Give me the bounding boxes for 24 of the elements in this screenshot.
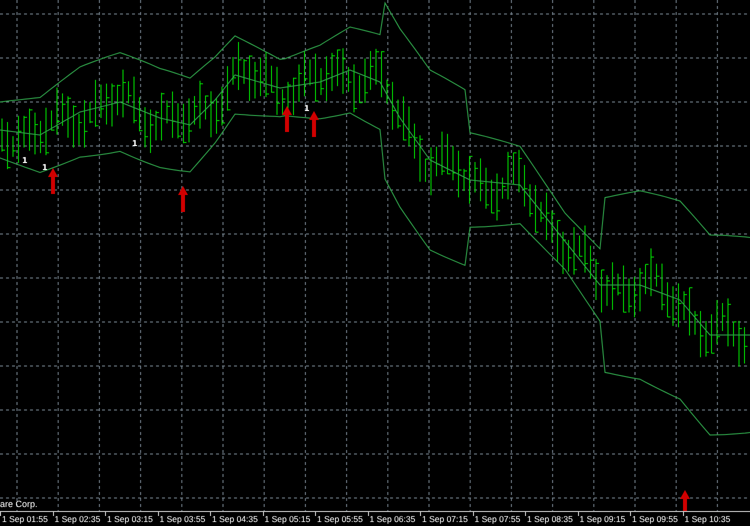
signal-mark: 1 (132, 140, 138, 148)
up-arrow-icon (48, 168, 58, 194)
up-arrow-icon (178, 186, 188, 212)
copyright-text: are Corp. (0, 499, 38, 509)
time-axis-label: 1 Sep 10:35 (684, 514, 730, 524)
time-axis-label: 1 Sep 05:55 (317, 514, 363, 524)
up-arrow-icon (680, 490, 690, 511)
time-axis-label: 1 Sep 07:55 (474, 514, 520, 524)
time-axis-label: 1 Sep 09:15 (580, 514, 626, 524)
time-axis-label: 1 Sep 07:15 (422, 514, 468, 524)
time-axis-label: 1 Sep 03:55 (160, 514, 206, 524)
time-axis-label: 1 Sep 02:35 (54, 514, 100, 524)
signal-mark: 1 (42, 164, 48, 172)
time-axis-label: 1 Sep 08:35 (527, 514, 573, 524)
up-arrow-icon (282, 106, 292, 132)
time-axis-label: 1 Sep 01:55 (2, 514, 48, 524)
time-axis-label: 1 Sep 05:15 (264, 514, 310, 524)
time-axis-label: 1 Sep 09:55 (632, 514, 678, 524)
signal-mark: 1 (304, 105, 310, 113)
time-axis-label: 1 Sep 06:35 (370, 514, 416, 524)
signal-mark: 1 (22, 157, 28, 165)
time-axis-label: 1 Sep 04:35 (212, 514, 258, 524)
time-axis-label: 1 Sep 03:15 (107, 514, 153, 524)
up-arrow-icon (309, 111, 319, 137)
